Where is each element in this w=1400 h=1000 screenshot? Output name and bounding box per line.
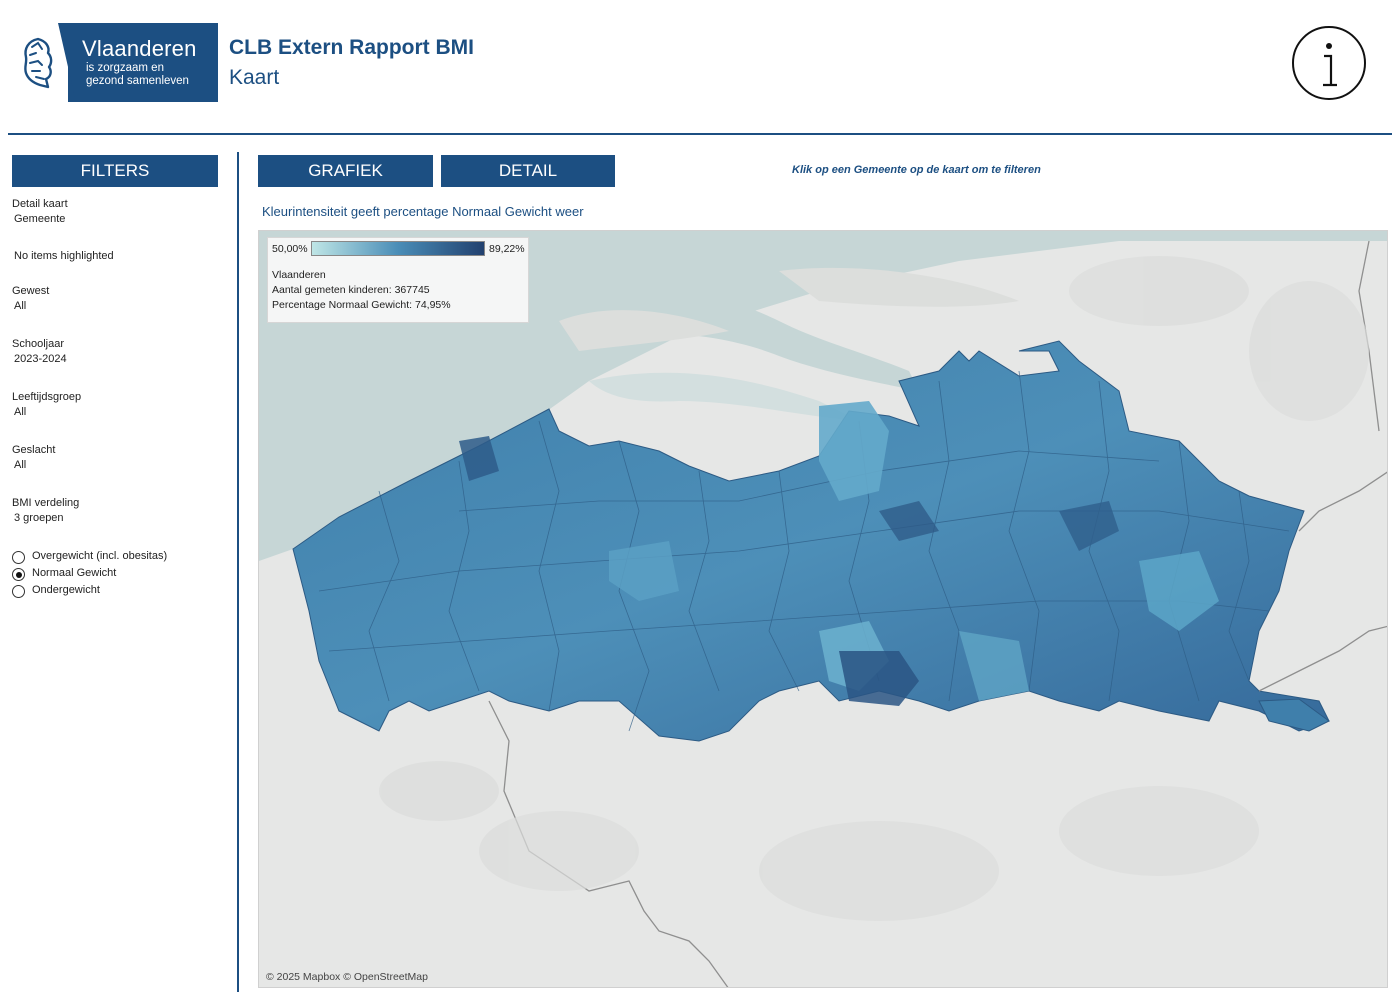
legend-min: 50,00%	[272, 243, 308, 255]
gewest-dropdown[interactable]: All	[14, 300, 26, 312]
logo-brand: Vlaanderen	[82, 36, 197, 61]
logo-tagline: is zorgzaam en gezond samenleven	[86, 62, 189, 87]
detail-kaart-dropdown[interactable]: Gemeente	[14, 213, 65, 225]
info-icon	[1323, 43, 1337, 87]
bmi-verdeling-label: BMI verdeling	[12, 497, 80, 509]
choropleth-map[interactable]: 50,00% 89,22% Vlaanderen Aantal gemeten …	[258, 230, 1388, 988]
info-button[interactable]	[1292, 26, 1366, 100]
report-title: CLB Extern Rapport BMI	[229, 36, 475, 59]
map-attribution[interactable]: © 2025 Mapbox © OpenStreetMap	[266, 971, 428, 983]
leeftijdsgroep-dropdown[interactable]: All	[14, 406, 26, 418]
geslacht-label: Geslacht	[12, 444, 56, 456]
legend-region: Vlaanderen	[272, 269, 326, 281]
gewest-label: Gewest	[12, 285, 50, 297]
legend-max: 89,22%	[489, 243, 525, 255]
bmi-verdeling-dropdown[interactable]: 3 groepen	[14, 512, 64, 524]
detail-button[interactable]: DETAIL	[441, 155, 615, 187]
map-legend: 50,00% 89,22% Vlaanderen Aantal gemeten …	[267, 237, 529, 323]
radio-label: Ondergewicht	[32, 584, 100, 596]
legend-gradient-bar	[311, 241, 485, 256]
highlight-status[interactable]: No items highlighted	[14, 250, 114, 262]
legend-percentage: Percentage Normaal Gewicht: 74,95%	[272, 299, 451, 311]
radio-icon[interactable]	[12, 551, 25, 564]
detail-kaart-label: Detail kaart	[12, 198, 68, 210]
schooljaar-label: Schooljaar	[12, 338, 64, 350]
filters-header: FILTERS	[12, 155, 218, 187]
radio-icon[interactable]	[12, 585, 25, 598]
map-hint: Klik op een Gemeente op de kaart om te f…	[792, 164, 1041, 176]
radio-label: Normaal Gewicht	[32, 567, 117, 579]
report-subtitle: Kaart	[229, 66, 280, 89]
legend-count: Aantal gemeten kinderen: 367745	[272, 284, 430, 296]
leeftijdsgroep-label: Leeftijdsgroep	[12, 391, 82, 403]
radio-label: Overgewicht (incl. obesitas)	[32, 550, 168, 562]
schooljaar-dropdown[interactable]: 2023-2024	[14, 353, 67, 365]
vlaanderen-logo: Vlaanderen is zorgzaam en gezond samenle…	[12, 23, 218, 102]
map-caption: Kleurintensiteit geeft percentage Normaa…	[262, 204, 584, 219]
grafiek-button[interactable]: GRAFIEK	[258, 155, 433, 187]
sidebar-divider	[237, 152, 239, 992]
radio-selected-icon[interactable]	[12, 568, 25, 581]
map-basemap	[259, 231, 1387, 987]
header-divider	[8, 133, 1392, 135]
geslacht-dropdown[interactable]: All	[14, 459, 26, 471]
